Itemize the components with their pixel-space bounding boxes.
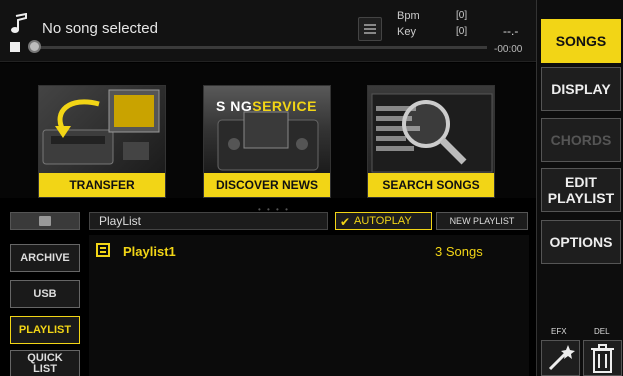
autoplay-label: AUTOPLAY <box>354 215 412 227</box>
list-icon[interactable] <box>358 17 382 41</box>
chords-button[interactable]: CHORDS <box>541 118 621 162</box>
checkmark-icon: ✔ <box>340 215 351 229</box>
list-item[interactable]: Playlist1 3 Songs <box>89 240 529 262</box>
key-label: Key <box>397 26 416 38</box>
playlist-name-field[interactable]: PlayList <box>89 212 328 230</box>
music-note-icon <box>11 13 27 33</box>
options-button[interactable]: OPTIONS <box>541 220 621 264</box>
transfer-image <box>39 86 165 175</box>
new-playlist-button[interactable]: NEW PLAYLIST <box>436 212 528 230</box>
edit-playlist-button[interactable]: EDIT PLAYLIST <box>541 168 621 212</box>
progress-track[interactable] <box>32 46 487 49</box>
nav-usb[interactable]: USB <box>10 280 80 308</box>
trash-icon <box>591 344 614 373</box>
folder-up-button[interactable] <box>10 212 80 230</box>
player-bar: No song selected Bpm [0] Key [0] --.- -0… <box>0 0 536 62</box>
discover-news-label: DISCOVER NEWS <box>204 173 330 197</box>
song-title: No song selected <box>42 20 158 37</box>
discover-news-banner[interactable]: S NGSERVICE DISCOVER NEWS <box>203 85 331 198</box>
stop-icon[interactable] <box>10 42 20 52</box>
songservice-logo: S NGSERVICE <box>216 98 317 114</box>
playlist-item-name: Playlist1 <box>123 244 176 259</box>
nav-playlist[interactable]: PLAYLIST <box>10 316 80 344</box>
playlist-icon <box>96 243 110 257</box>
banner-area: TRANSFER S NGSERVICE DISCOVER NEWS SEARC… <box>0 63 536 198</box>
del-label: DEL <box>594 327 610 336</box>
time-elapsed: --.- <box>503 24 519 38</box>
search-songs-image <box>368 86 494 175</box>
transfer-label: TRANSFER <box>39 173 165 197</box>
progress-knob[interactable] <box>28 40 41 53</box>
search-songs-banner[interactable]: SEARCH SONGS <box>367 85 495 198</box>
transfer-banner[interactable]: TRANSFER <box>38 85 166 198</box>
bpm-value: [0] <box>456 10 468 21</box>
time-remaining: -00:00 <box>494 44 523 55</box>
key-value: [0] <box>456 26 468 37</box>
playlist-item-count: 3 Songs <box>435 244 483 259</box>
right-panel: SONGS DISPLAY CHORDS EDIT PLAYLIST OPTIO… <box>536 0 623 376</box>
delete-button[interactable] <box>583 340 622 376</box>
display-button[interactable]: DISPLAY <box>541 67 621 111</box>
search-songs-label: SEARCH SONGS <box>368 173 494 197</box>
autoplay-toggle[interactable]: ✔ AUTOPLAY <box>335 212 432 230</box>
songs-button[interactable]: SONGS <box>541 19 621 63</box>
efx-label: EFX <box>551 327 567 336</box>
bpm-label: Bpm <box>397 10 420 22</box>
nav-quick-list[interactable]: QUICK LIST <box>10 350 80 376</box>
playlist-list: Playlist1 3 Songs <box>89 235 529 376</box>
efx-button[interactable] <box>541 340 580 376</box>
magic-wand-icon <box>548 345 575 371</box>
folder-icon <box>39 216 51 226</box>
nav-archive[interactable]: ARCHIVE <box>10 244 80 272</box>
